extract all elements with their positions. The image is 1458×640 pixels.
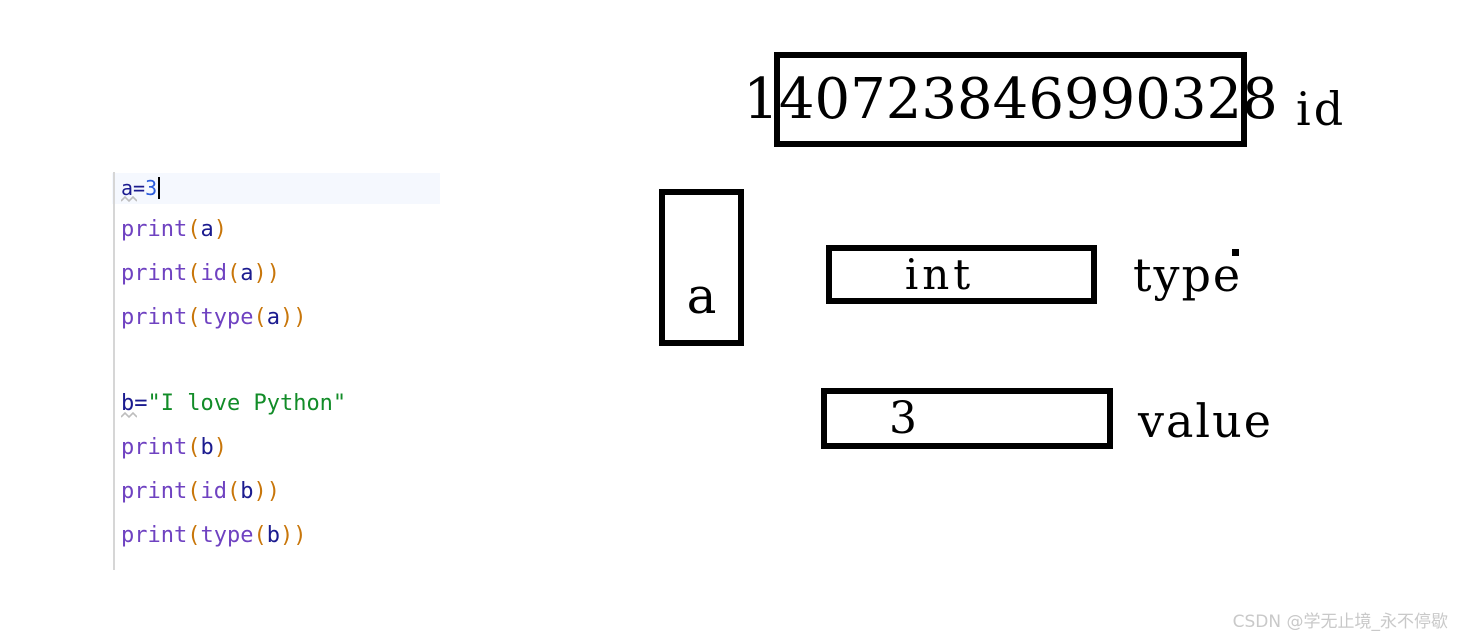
code-line[interactable]: print(type(b)) — [121, 514, 346, 558]
type-label: type — [1133, 248, 1243, 302]
code-token-paren: ( — [187, 523, 201, 548]
code-line[interactable]: print(type(a)) — [121, 296, 346, 340]
code-line[interactable] — [121, 340, 346, 382]
code-token-paren: ( — [187, 435, 201, 460]
code-token-paren: ) — [266, 479, 280, 504]
code-token-paren: ) — [293, 523, 307, 548]
code-line[interactable]: print(id(a)) — [121, 252, 346, 296]
value-label: value — [1138, 394, 1273, 448]
code-token-paren: ( — [187, 261, 201, 286]
code-token-paren: ) — [213, 217, 227, 242]
code-token-var: b — [266, 523, 280, 548]
code-token-paren: ) — [266, 261, 280, 286]
code-token-var: a — [200, 217, 214, 242]
id-label: id — [1296, 82, 1347, 136]
code-editor-pane[interactable]: a=3 print(a) print(id(a)) print(type(a)) b="… — [0, 0, 560, 640]
code-token-func: type — [200, 305, 254, 330]
code-token-func: print — [121, 435, 188, 460]
code-token-func: print — [121, 261, 188, 286]
indent-guide-line — [113, 172, 115, 570]
code-token-paren: ) — [253, 479, 267, 504]
warning-squiggle-underline — [121, 412, 137, 419]
code-token-paren: ( — [187, 479, 201, 504]
code-token-func: type — [200, 523, 254, 548]
code-text-area[interactable]: a=3 print(a) print(id(a)) print(type(a)) b="… — [121, 170, 346, 558]
code-line[interactable]: print(a) — [121, 208, 346, 252]
code-token-num: 3 — [145, 176, 158, 200]
code-token-paren: ( — [253, 523, 267, 548]
type-value-box: int — [826, 245, 1097, 304]
code-token-paren: ( — [187, 217, 201, 242]
code-token-paren: ( — [253, 305, 267, 330]
type-value-text: int — [904, 250, 975, 299]
warning-squiggle-underline — [121, 196, 137, 203]
value-text: 3 — [889, 393, 917, 444]
code-token-paren: ) — [279, 305, 294, 330]
code-token-var: b — [200, 435, 214, 460]
code-token-paren: ( — [226, 479, 241, 504]
code-token-func: print — [121, 305, 188, 330]
code-token-paren: ( — [226, 261, 241, 286]
code-token-var: b — [240, 479, 254, 504]
code-line[interactable]: print(b) — [121, 426, 346, 470]
code-token-var: a — [240, 261, 254, 286]
code-token-func: print — [121, 479, 188, 504]
variable-name-text: a — [686, 266, 717, 325]
csdn-watermark: CSDN @学无止境_永不停歇 — [1232, 612, 1448, 632]
text-cursor — [158, 177, 161, 199]
code-token-var: a — [266, 305, 280, 330]
id-value-box: 140723846990328 — [743, 52, 1278, 147]
id-value-text: 140723846990328 — [743, 67, 1278, 132]
code-line[interactable]: print(id(b)) — [121, 470, 346, 514]
code-token-func: print — [121, 217, 188, 242]
code-token-func: id — [200, 479, 227, 504]
code-token-paren: ) — [279, 523, 294, 548]
code-token-str: "I love Python" — [147, 391, 347, 416]
code-token-paren: ) — [253, 261, 267, 286]
code-token-func: print — [121, 523, 188, 548]
code-line[interactable]: b="I love Python" — [121, 382, 346, 426]
variable-name-box: a — [659, 189, 744, 346]
code-line[interactable]: a=3 — [121, 170, 346, 208]
code-token-paren: ) — [293, 305, 307, 330]
code-token-paren: ) — [213, 435, 227, 460]
type-label-artifact-dot — [1232, 249, 1239, 256]
code-token-paren: ( — [187, 305, 201, 330]
value-box: 3 — [821, 388, 1113, 449]
code-token-func: id — [200, 261, 227, 286]
